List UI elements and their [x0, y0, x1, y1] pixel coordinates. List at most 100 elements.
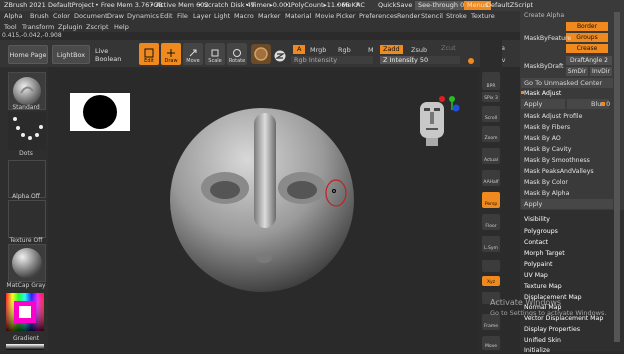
- menu-preferences[interactable]: Preferences: [359, 13, 397, 20]
- lsym-button[interactable]: L.Sym: [482, 236, 500, 252]
- actual-button[interactable]: Actual: [482, 148, 500, 164]
- xyz-button[interactable]: Xyz: [482, 276, 500, 286]
- mask-apply-button[interactable]: Apply: [521, 199, 613, 209]
- gradient-swatch[interactable]: [6, 344, 44, 350]
- mask-adjust-apply-button[interactable]: Apply: [521, 99, 565, 109]
- move-view-button[interactable]: Move: [482, 336, 500, 350]
- mask-by-alpha-item[interactable]: Mask By Alpha: [524, 190, 569, 197]
- edit-icon: [144, 48, 154, 58]
- right-panel-scrollbar[interactable]: [614, 12, 620, 342]
- navigation-head-gizmo[interactable]: [412, 94, 462, 150]
- zsub-toggle[interactable]: Zsub: [411, 47, 427, 54]
- quicksave-button[interactable]: QuickSave: [378, 2, 412, 9]
- menu-draw[interactable]: Draw: [107, 13, 124, 20]
- matcap-thumbnail[interactable]: [8, 244, 46, 282]
- mask-by-cavity-item[interactable]: Mask By Cavity: [524, 146, 571, 153]
- menu-stroke[interactable]: Stroke: [446, 13, 467, 20]
- invdir-toggle[interactable]: InvDir: [590, 67, 612, 76]
- transp-icon-button[interactable]: [482, 260, 500, 272]
- uv-map-item[interactable]: UV Map: [524, 272, 548, 279]
- morph-target-item[interactable]: Morph Target: [524, 250, 565, 257]
- crease-toggle[interactable]: Crease: [566, 44, 608, 53]
- create-alpha-item[interactable]: Create Alpha: [524, 12, 564, 19]
- blur-slider[interactable]: Blur 0: [567, 99, 610, 109]
- menu-dynamics[interactable]: Dynamics: [127, 13, 159, 20]
- display-properties-item[interactable]: Display Properties: [524, 326, 580, 333]
- alpha-preview-panel: [70, 93, 130, 131]
- smdir-toggle[interactable]: SmDir: [566, 67, 588, 76]
- menu-movie[interactable]: Movie: [315, 13, 334, 20]
- z-intensity-slider[interactable]: Z Intensity 50: [380, 56, 460, 64]
- zcut-toggle[interactable]: Zcut: [441, 45, 456, 52]
- menu-material[interactable]: Material: [285, 13, 311, 20]
- color-picker[interactable]: [6, 293, 44, 331]
- menu-marker[interactable]: Marker: [258, 13, 280, 20]
- menu-file[interactable]: File: [177, 13, 188, 20]
- go-to-unmasked-center-row[interactable]: Go To Unmasked Center: [521, 78, 613, 88]
- move-button[interactable]: Move: [183, 43, 203, 65]
- unified-skin-item[interactable]: Unified Skin: [524, 337, 561, 344]
- menu-transform[interactable]: Transform: [22, 24, 54, 31]
- menu-zscript[interactable]: Zscript: [86, 24, 109, 31]
- rgb-intensity-slider[interactable]: Rgb Intensity: [291, 56, 373, 64]
- texture-thumbnail[interactable]: [8, 200, 46, 238]
- scale-button[interactable]: Scale: [205, 43, 225, 65]
- menu-brush[interactable]: Brush: [30, 13, 49, 20]
- groups-toggle[interactable]: Groups: [566, 33, 608, 42]
- material-swatch[interactable]: [251, 44, 271, 64]
- bpr-button[interactable]: BPR: [482, 72, 500, 90]
- menu-stencil[interactable]: Stencil: [421, 13, 443, 20]
- draft-angle-slider[interactable]: DraftAngle 2: [566, 56, 612, 65]
- texture-map-item[interactable]: Texture Map: [524, 283, 562, 290]
- mask-adjust-header[interactable]: Mask Adjust: [524, 90, 561, 97]
- mask-by-fibers-item[interactable]: Mask By Fibers: [524, 124, 570, 131]
- aahalf-button[interactable]: AAHalf: [482, 170, 500, 186]
- mask-by-draft-button[interactable]: MaskByDraft: [524, 63, 563, 70]
- mrgb-toggle[interactable]: Mrgb: [310, 47, 326, 54]
- menu-light[interactable]: Light: [214, 13, 230, 20]
- mask-by-feature-button[interactable]: MaskByFeature: [524, 35, 571, 42]
- mask-by-smoothness-item[interactable]: Mask By Smoothness: [524, 157, 590, 164]
- menu-color[interactable]: Color: [53, 13, 70, 20]
- see-through-slider[interactable]: See-through 0: [415, 1, 468, 10]
- menu-render[interactable]: Render: [397, 13, 420, 20]
- zadd-toggle[interactable]: Zadd: [380, 45, 403, 54]
- menu-layer[interactable]: Layer: [193, 13, 211, 20]
- menu-document[interactable]: Document: [74, 13, 108, 20]
- border-toggle[interactable]: Border: [566, 22, 608, 31]
- scroll-button[interactable]: Scroll: [482, 106, 500, 122]
- menu-zplugin[interactable]: Zplugin: [58, 24, 83, 31]
- menu-help[interactable]: Help: [114, 24, 129, 31]
- mask-adjust-profile-item[interactable]: Mask Adjust Profile: [524, 113, 582, 120]
- menu-tool[interactable]: Tool: [4, 24, 17, 31]
- menu-texture[interactable]: Texture: [471, 13, 495, 20]
- menu-edit[interactable]: Edit: [160, 13, 173, 20]
- mask-by-ao-item[interactable]: Mask By AO: [524, 135, 561, 142]
- floor-button[interactable]: Floor: [482, 214, 500, 230]
- mask-by-color-item[interactable]: Mask By Color: [524, 179, 568, 186]
- lightbox-button[interactable]: LightBox: [52, 45, 90, 64]
- polypaint-item[interactable]: Polypaint: [524, 261, 552, 268]
- rgb-toggle[interactable]: Rgb: [338, 47, 351, 54]
- spix-button[interactable]: SPix 3: [482, 92, 500, 102]
- draw-icon: [167, 49, 175, 57]
- home-page-button[interactable]: Home Page: [8, 45, 48, 64]
- stroke-dots-thumbnail[interactable]: [8, 112, 46, 150]
- mask-peaks-and-valleys-item[interactable]: Mask PeaksAndValleys: [524, 168, 594, 175]
- live-boolean-button[interactable]: Live Boolean: [94, 45, 136, 64]
- menu-alpha[interactable]: Alpha: [4, 13, 22, 20]
- visibility-item[interactable]: Visibility: [524, 216, 550, 223]
- contact-item[interactable]: Contact: [524, 239, 548, 246]
- focal-slider-knob[interactable]: [468, 58, 474, 64]
- menu-picker[interactable]: Picker: [336, 13, 355, 20]
- menu-macro[interactable]: Macro: [234, 13, 254, 20]
- draw-button[interactable]: Draw: [161, 43, 181, 65]
- m-toggle[interactable]: M: [368, 47, 374, 54]
- zoom-button[interactable]: Zoom: [482, 126, 500, 142]
- polygroups-item[interactable]: Polygroups: [524, 228, 558, 235]
- persp-button[interactable]: Persp: [482, 192, 500, 208]
- edit-button[interactable]: Edit: [139, 43, 159, 65]
- brush-cursor: [325, 179, 347, 207]
- rotate-button[interactable]: Rotate: [227, 43, 247, 65]
- a-toggle[interactable]: A: [293, 45, 306, 54]
